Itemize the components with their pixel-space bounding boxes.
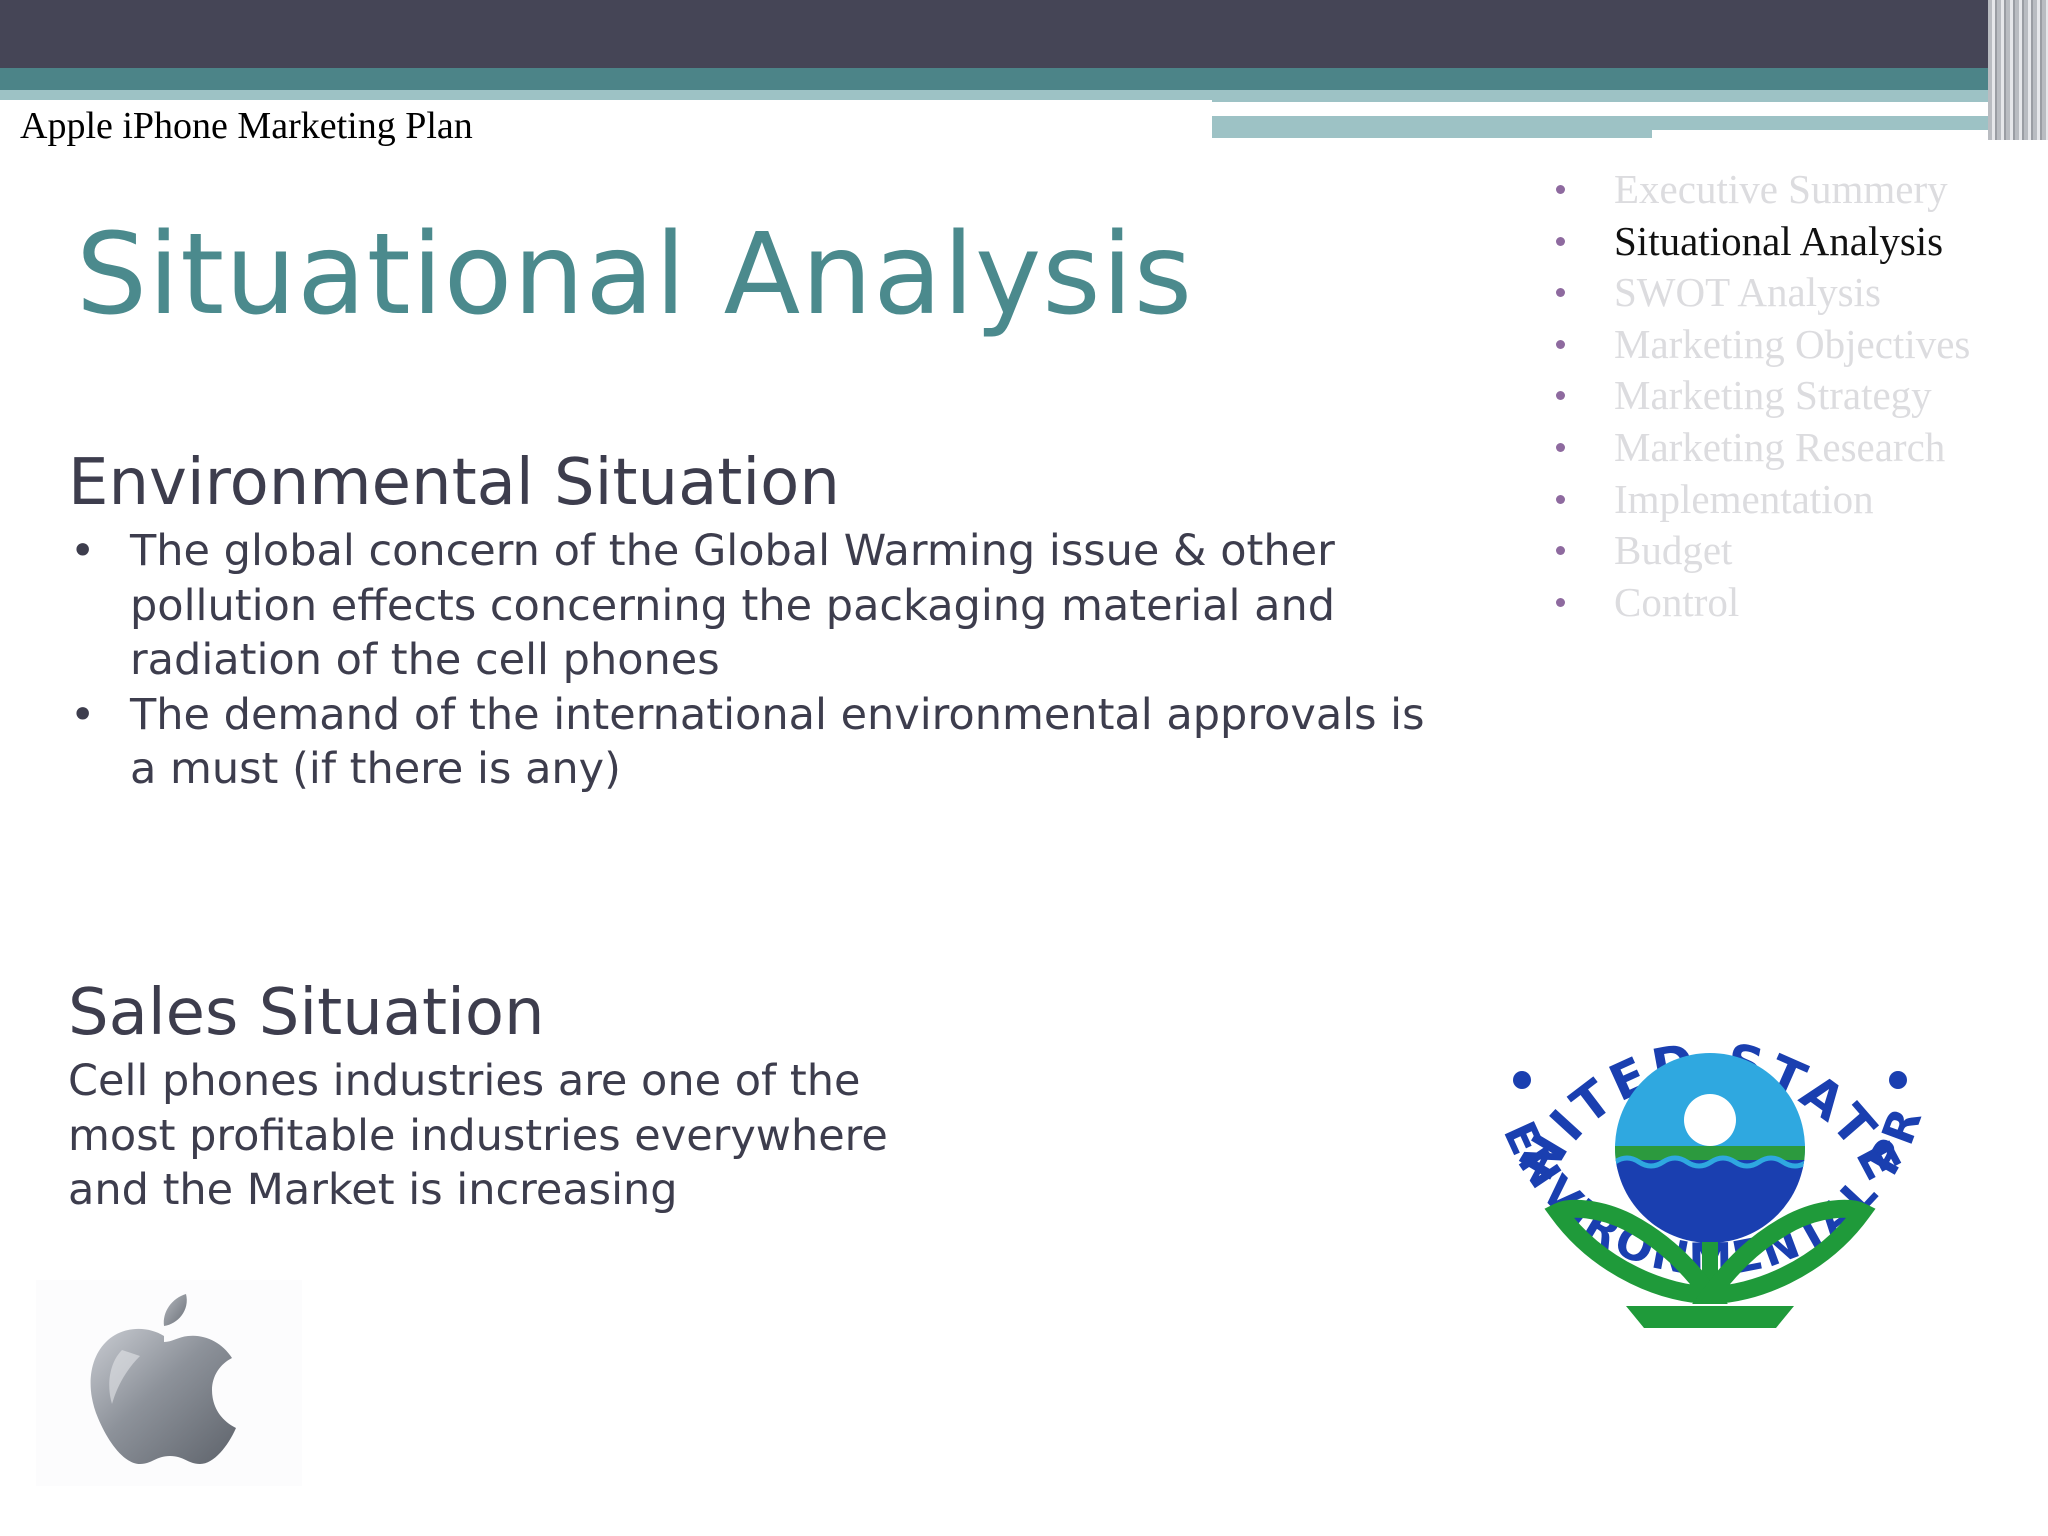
epa-seal-icon: UNITED STATES ENVIRONMENTAL PROTECTION A… (1417, 904, 1980, 1490)
agenda-item[interactable]: Situational Analysis (1550, 216, 1970, 268)
bullet-icon (1556, 546, 1565, 556)
bullet-icon (1556, 494, 1565, 504)
bullet-icon (1556, 597, 1565, 607)
corner-stripes (1988, 0, 2048, 140)
bullet-icon: • (70, 526, 96, 576)
bullet-icon (1556, 288, 1565, 298)
agenda-item-label: Executive Summery (1614, 166, 1948, 212)
bullet-icon (1556, 442, 1565, 452)
agenda-item[interactable]: Marketing Research (1550, 422, 1970, 474)
agenda-item[interactable]: Marketing Strategy (1550, 370, 1970, 422)
bullet-icon (1556, 391, 1565, 401)
agenda-item-label: Budget (1614, 527, 1733, 574)
top-bar-accent (0, 68, 2048, 90)
agenda-item[interactable]: Budget (1550, 525, 1970, 577)
list-item: • The demand of the international environ… (68, 688, 1448, 797)
apple-logo-icon (36, 1280, 302, 1486)
sales-text: Cell phones industries are one of the mo… (68, 1056, 888, 1215)
agenda-item-label: Control (1614, 578, 1740, 625)
agenda-item-label: Marketing Strategy (1614, 372, 1932, 419)
agenda-item[interactable]: Control (1550, 577, 1970, 629)
top-bar-divider (1212, 108, 1896, 116)
environmental-heading: Environmental Situation (68, 446, 840, 520)
sales-heading: Sales Situation (68, 976, 545, 1050)
seal-right-text: AGENCY (1440, 950, 1460, 961)
agenda-item-label: Implementation (1614, 475, 1874, 522)
list-item-text: The demand of the international environm… (130, 689, 1425, 795)
agenda-list: Executive Summery Situational Analysis S… (1550, 164, 1970, 628)
slide-title: Situational Analysis (76, 210, 1194, 340)
bullet-icon (1556, 236, 1565, 246)
agenda-item[interactable]: SWOT Analysis (1550, 267, 1970, 319)
presentation-title: Apple iPhone Marketing Plan (20, 105, 473, 147)
bullet-icon (1556, 339, 1565, 349)
agenda-item[interactable]: Marketing Objectives (1550, 319, 1970, 371)
agenda-item-label: SWOT Analysis (1614, 269, 1881, 316)
list-item-text: The global concern of the Global Warming… (130, 526, 1336, 685)
environmental-bullets: • The global concern of the Global Warmin… (68, 524, 1448, 797)
agenda-item-label: Marketing Objectives (1614, 320, 1971, 367)
bullet-icon (1556, 185, 1565, 194)
top-bar (0, 0, 2048, 68)
agenda-item-label: Marketing Research (1614, 423, 1946, 470)
agenda-item[interactable]: Executive Summery (1550, 164, 1970, 216)
agenda-item[interactable]: Implementation (1550, 474, 1970, 526)
agenda-item-label: Situational Analysis (1614, 217, 1944, 264)
bullet-icon: • (70, 689, 96, 740)
top-bar-stripe (0, 90, 1212, 100)
list-item: • The global concern of the Global Warmin… (68, 524, 1448, 688)
top-bar-stripe-right (1212, 90, 2048, 102)
